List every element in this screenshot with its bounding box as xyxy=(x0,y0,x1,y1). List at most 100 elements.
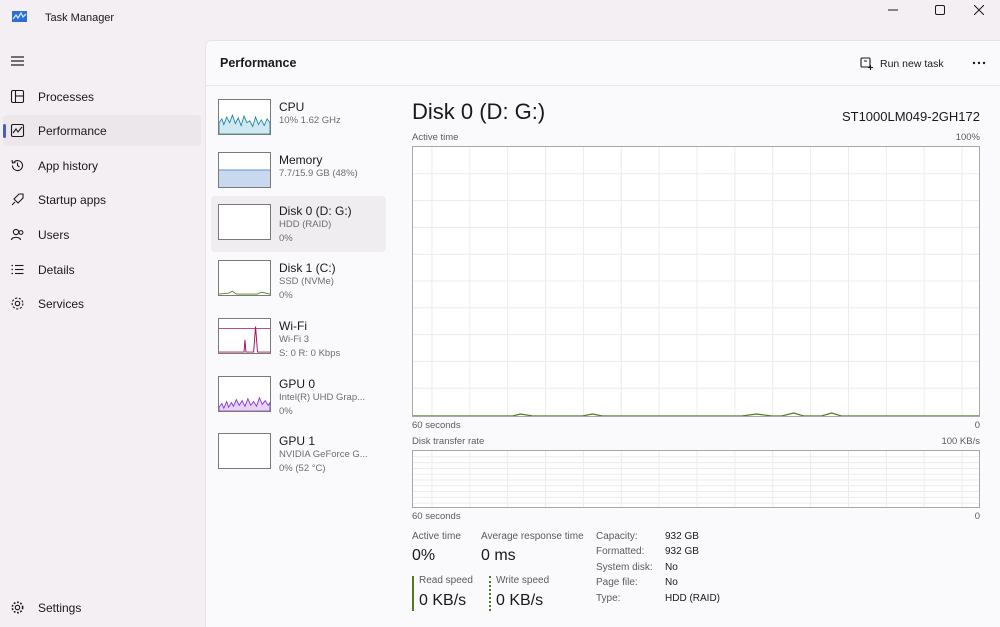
formatted-label: Formatted: xyxy=(596,546,645,557)
minimize-icon xyxy=(888,9,898,11)
main-panel: Performance Run new task CPU 10% 1.62 GH… xyxy=(205,40,1000,627)
capacity-label: Capacity: xyxy=(596,531,638,542)
device-item-cpu[interactable]: CPU 10% 1.62 GHz xyxy=(211,95,386,151)
device-item-gpu-0[interactable]: GPU 0 Intel(R) UHD Grap... 0% xyxy=(211,372,386,428)
active-time-graph-min: 0 xyxy=(974,420,980,431)
device-usage: 0% xyxy=(279,406,293,417)
read-speed-indicator xyxy=(412,576,414,611)
active-time-graph-max: 100% xyxy=(955,132,980,143)
task-manager-app-icon xyxy=(12,11,27,22)
active-time-graph xyxy=(412,146,980,417)
sidebar-item-details[interactable]: Details xyxy=(3,254,201,285)
write-speed-indicator xyxy=(489,576,491,611)
active-time-label: Active time xyxy=(412,531,461,542)
processes-icon xyxy=(10,89,25,104)
device-usage: S: 0 R: 0 Kbps xyxy=(279,348,341,359)
device-detail: SSD (NVMe) xyxy=(279,276,334,287)
write-speed-value: 0 KB/s xyxy=(496,592,544,609)
window-title: Task Manager xyxy=(45,12,115,24)
hamburger-menu-icon[interactable] xyxy=(10,54,26,68)
sidebar-item-label: App history xyxy=(38,158,99,173)
capacity-value: 932 GB xyxy=(665,531,699,542)
details-icon xyxy=(11,264,24,275)
device-title: Disk 0 (D: G:) xyxy=(412,99,546,124)
sidebar-item-processes[interactable]: Processes xyxy=(3,81,201,112)
sidebar-item-services[interactable]: Services xyxy=(3,288,201,319)
sidebar-item-settings[interactable]: Settings xyxy=(3,592,201,623)
type-label: Type: xyxy=(596,593,621,604)
active-time-value: 0% xyxy=(412,547,436,564)
gpu1-thumbnail-graph xyxy=(218,433,271,469)
device-name: Memory xyxy=(279,153,323,167)
run-task-icon xyxy=(860,57,873,70)
transfer-rate-graph-timespan: 60 seconds xyxy=(412,511,461,522)
disk1-thumbnail-graph xyxy=(218,260,271,296)
device-usage: 0% xyxy=(279,290,293,301)
active-time-graph-timespan: 60 seconds xyxy=(412,420,461,431)
active-time-graph-label: Active time xyxy=(412,132,459,143)
sidebar-item-label: Processes xyxy=(38,89,95,104)
type-value: HDD (RAID) xyxy=(665,593,720,604)
avg-response-value: 0 ms xyxy=(481,547,516,564)
device-item-wifi[interactable]: Wi-Fi Wi-Fi 3 S: 0 R: 0 Kbps xyxy=(211,314,386,370)
read-speed-label: Read speed xyxy=(419,575,473,586)
page-title: Performance xyxy=(220,56,297,70)
history-icon xyxy=(11,159,23,172)
device-item-disk-0[interactable]: Disk 0 (D: G:) HDD (RAID) 0% xyxy=(211,196,386,252)
sidebar-item-users[interactable]: Users xyxy=(3,219,201,250)
device-name: GPU 0 xyxy=(279,377,316,391)
close-icon xyxy=(974,5,984,15)
device-name: GPU 1 xyxy=(279,434,316,448)
device-name: CPU xyxy=(279,100,305,114)
sidebar-item-label: Performance xyxy=(38,123,107,138)
sidebar-item-startup-apps[interactable]: Startup apps xyxy=(3,184,201,215)
page-file-value: No xyxy=(665,577,678,588)
gear-icon xyxy=(11,601,24,614)
sidebar-item-label: Startup apps xyxy=(38,192,107,207)
performance-icon xyxy=(10,123,25,138)
formatted-value: 932 GB xyxy=(665,546,699,557)
sidebar-item-label: Services xyxy=(38,296,85,311)
sidebar: Processes Performance App history Startu… xyxy=(0,40,205,627)
device-item-disk-1[interactable]: Disk 1 (C:) SSD (NVMe) 0% xyxy=(211,256,386,312)
transfer-rate-graph-label: Disk transfer rate xyxy=(412,436,485,447)
device-name: Disk 1 (C:) xyxy=(279,261,336,275)
device-detail: Wi-Fi 3 xyxy=(279,334,310,345)
header-divider xyxy=(206,85,1000,86)
avg-response-label: Average response time xyxy=(481,531,584,542)
transfer-rate-graph-max: 100 KB/s xyxy=(941,436,980,447)
sidebar-item-label: Details xyxy=(38,262,75,277)
minimize-button[interactable] xyxy=(870,0,916,20)
device-detail: 10% 1.62 GHz xyxy=(279,115,341,126)
memory-thumbnail-graph xyxy=(218,152,271,188)
sidebar-item-label: Settings xyxy=(38,600,82,615)
transfer-rate-graph xyxy=(412,450,980,508)
device-detail: HDD (RAID) xyxy=(279,219,332,230)
wifi-thumbnail-graph xyxy=(218,318,271,354)
page-file-label: Page file: xyxy=(596,577,638,588)
sidebar-item-performance[interactable]: Performance xyxy=(3,115,201,146)
system-disk-label: System disk: xyxy=(596,562,653,573)
title-bar: Task Manager xyxy=(0,0,1000,40)
services-icon xyxy=(11,297,24,310)
device-item-gpu-1[interactable]: GPU 1 NVIDIA GeForce G... 0% (52 °C) xyxy=(211,429,386,485)
startup-icon xyxy=(11,193,24,206)
run-new-task-button[interactable]: Run new task xyxy=(860,55,944,73)
device-detail: Intel(R) UHD Grap... xyxy=(279,392,366,403)
sidebar-item-app-history[interactable]: App history xyxy=(3,150,201,181)
device-usage: 0% (52 °C) xyxy=(279,463,326,474)
write-speed-label: Write speed xyxy=(496,575,550,586)
device-detail: NVIDIA GeForce G... xyxy=(279,449,368,460)
cpu-thumbnail-graph xyxy=(218,99,271,135)
more-options-button[interactable] xyxy=(970,55,988,71)
device-detail: 7.7/15.9 GB (48%) xyxy=(279,168,358,179)
gpu0-thumbnail-graph xyxy=(218,376,271,412)
device-name: Wi-Fi xyxy=(279,319,307,333)
close-button[interactable] xyxy=(956,0,1000,20)
disk0-thumbnail-graph xyxy=(218,204,271,240)
system-disk-value: No xyxy=(665,562,678,573)
read-speed-value: 0 KB/s xyxy=(419,592,467,609)
transfer-rate-graph-min: 0 xyxy=(974,511,980,522)
device-name: Disk 0 (D: G:) xyxy=(279,204,352,218)
sidebar-item-label: Users xyxy=(38,227,70,242)
